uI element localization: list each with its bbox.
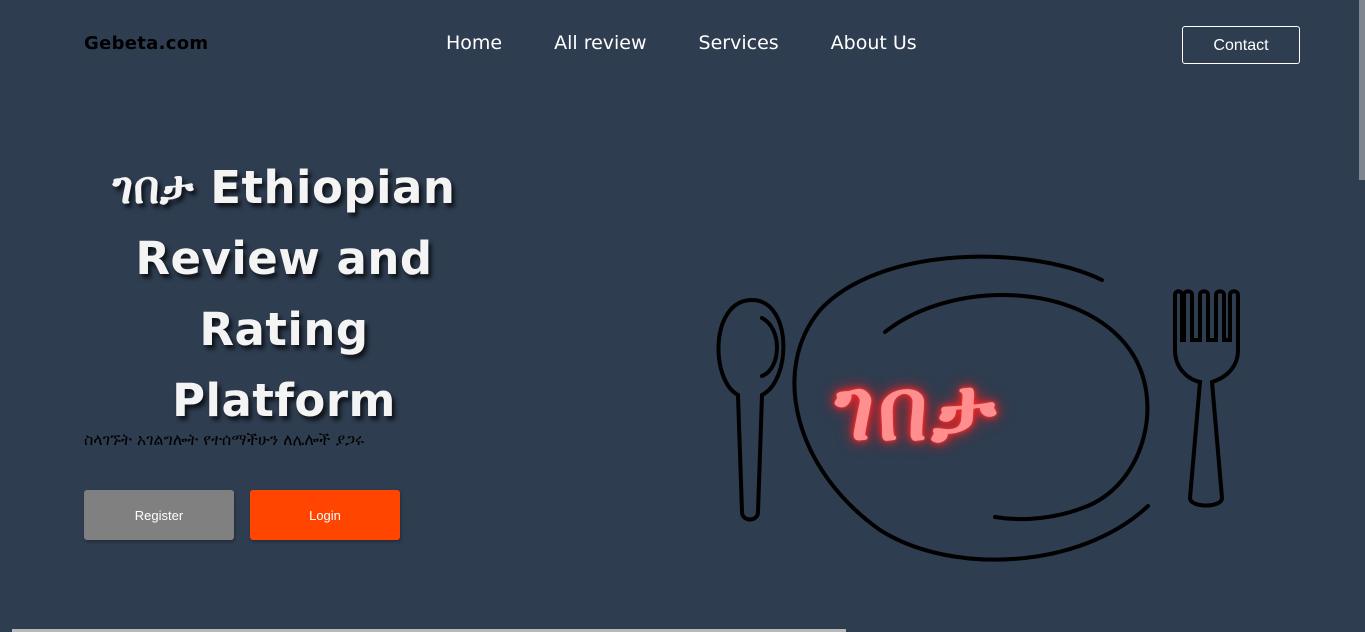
hero-tagline: ስላገኙት አገልግሎት የተሰማችሁን ለሌሎች ያጋሩ	[84, 430, 365, 449]
contact-button[interactable]: Contact	[1182, 26, 1300, 64]
hero-title: ገበታ Ethiopian Review and Rating Platform	[84, 152, 484, 436]
hero-title-line-3: Rating Platform	[172, 303, 396, 427]
login-button[interactable]: Login	[250, 490, 400, 540]
logo-glow-text: ገበታ	[835, 360, 1000, 460]
nav-home[interactable]: Home	[446, 32, 502, 54]
site-brand[interactable]: Gebeta.com	[84, 33, 208, 54]
register-button[interactable]: Register	[84, 490, 234, 540]
vertical-scrollbar[interactable]	[1359, 0, 1365, 180]
nav-about-us[interactable]: About Us	[831, 32, 917, 54]
hero-title-line-1: ገበታ Ethiopian	[112, 161, 456, 214]
nav-all-review[interactable]: All review	[554, 32, 646, 54]
fork-icon	[1173, 289, 1240, 508]
hero-title-line-2: Review and	[135, 232, 433, 285]
main-nav: Home All review Services About Us	[446, 32, 969, 54]
nav-services[interactable]: Services	[699, 32, 779, 54]
